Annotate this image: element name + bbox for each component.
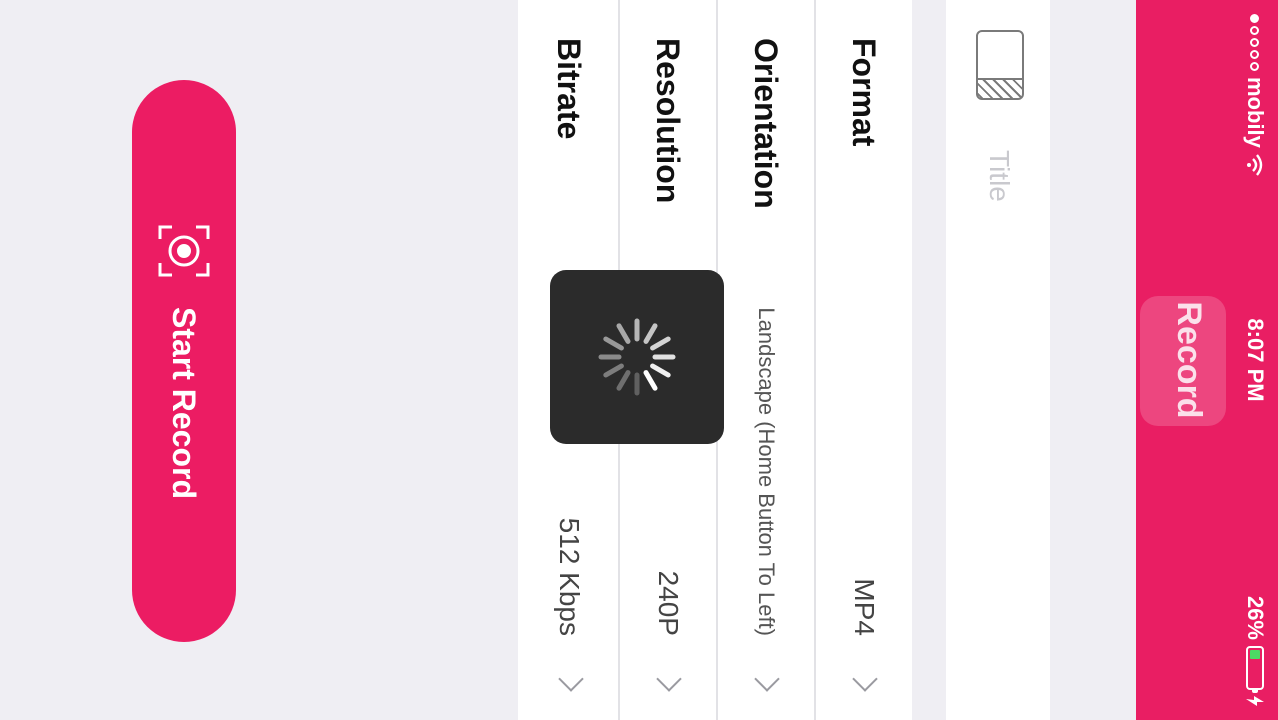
status-bar: mobily 8:07 PM 26% <box>1234 0 1278 720</box>
spinner-spoke <box>643 370 658 391</box>
nav-title: Record <box>1170 301 1208 419</box>
setting-label: Orientation <box>748 38 785 209</box>
setting-label: Bitrate <box>551 38 588 140</box>
navigation-bar: Record <box>1136 0 1234 720</box>
setting-row-format[interactable]: Format MP4 <box>814 0 912 720</box>
setting-label: Format <box>846 38 883 147</box>
setting-row-orientation[interactable]: Orientation Landscape (Home Button To Le… <box>716 0 814 720</box>
loading-spinner-icon <box>598 318 676 396</box>
spinner-spoke <box>616 370 631 391</box>
spinner-spoke <box>603 336 624 351</box>
spinner-spoke <box>603 363 624 378</box>
battery-percent: 26% <box>1243 595 1268 640</box>
title-card <box>946 0 1050 720</box>
setting-label: Resolution <box>650 38 687 204</box>
chevron-right-icon <box>754 666 780 692</box>
setting-value: MP4 <box>849 578 880 636</box>
battery-icon <box>1246 646 1264 690</box>
title-input[interactable] <box>978 148 1020 652</box>
spinner-spoke <box>616 323 631 344</box>
chevron-right-icon <box>558 666 584 692</box>
app-screen: mobily 8:07 PM 26% Record Format MP4 <box>0 0 1278 720</box>
charging-bolt-icon <box>1246 696 1264 706</box>
spinner-spoke <box>650 336 671 351</box>
spinner-spoke <box>643 323 658 344</box>
battery-info: 26% <box>1242 596 1268 706</box>
start-record-button[interactable]: Start Record <box>132 80 236 642</box>
loading-overlay <box>550 270 724 444</box>
spinner-spoke <box>650 363 671 378</box>
chevron-right-icon <box>852 666 878 692</box>
start-record-label: Start Record <box>166 306 203 500</box>
record-target-icon <box>158 225 210 277</box>
chevron-right-icon <box>656 666 682 692</box>
clapperboard-icon <box>976 30 1024 100</box>
setting-value: Landscape (Home Button To Left) <box>754 307 779 636</box>
